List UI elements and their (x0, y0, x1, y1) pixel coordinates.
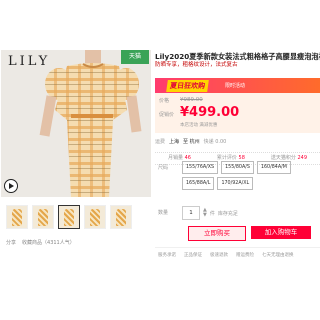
promo-tag: 夏日狂欢购 (166, 80, 209, 92)
thumbnail[interactable] (32, 205, 54, 229)
services-label: 服务承诺 (158, 253, 176, 258)
share-row: 分享 收藏商品（4311人气） (6, 239, 75, 246)
ship-to[interactable]: 至 杭州 (183, 138, 200, 145)
stock-note: 库存充足 (217, 210, 238, 217)
ship-from: 上海 (169, 139, 180, 145)
thumbnail-selected[interactable] (58, 205, 80, 229)
brand-logo: LILY (8, 54, 51, 69)
size-label: 尺码 (158, 165, 169, 171)
promo-price: ¥499.00 (180, 105, 240, 120)
thumbnail[interactable] (6, 205, 28, 229)
size-option[interactable]: 160/84A/M (256, 161, 291, 174)
thumbnail[interactable] (110, 205, 132, 229)
product-subtitle: 防晒专享，粗格纹设计，法式复古 (155, 62, 238, 68)
service-item: 正品保证 (184, 253, 202, 258)
quantity-label: 数量 (158, 210, 169, 216)
quantity-stepper: 1 ▲ ▼ 件 库存充足 (182, 206, 238, 220)
quantity-arrows[interactable]: ▲ ▼ (203, 208, 207, 218)
price-note: 本店活动 满减优惠 (180, 123, 218, 128)
promo-banner: 夏日狂欢购 限时活动 (155, 78, 320, 93)
service-item: 赠运费险 (236, 253, 254, 258)
favorite-link[interactable]: 收藏商品（4311人气） (22, 239, 75, 246)
add-to-cart-button[interactable]: 加入购物车 (251, 226, 311, 239)
product-main-image[interactable]: LILY 天猫 (1, 50, 151, 197)
original-price-label: 价格 (159, 98, 170, 104)
size-options: 155/76A/XS 155/80A/S 160/84A/M 165/88A/L… (182, 161, 317, 190)
promo-price-label: 促销价 (159, 112, 175, 118)
buy-now-button[interactable]: 立即购买 (188, 226, 246, 241)
price-box: 价格 ¥989.00 促销价 ¥499.00 本店活动 满减优惠 (155, 93, 320, 133)
dress-illustration (39, 50, 142, 197)
size-option[interactable]: 170/92A/XL (217, 177, 254, 190)
tmall-badge: 天猫 (121, 50, 149, 64)
quantity-unit: 件 (209, 210, 215, 217)
divider (155, 247, 320, 248)
service-list: 服务承诺 正品保证 极速退款 赠运费险 七天无理由退换 (158, 252, 294, 258)
service-item: 七天无理由退换 (262, 253, 294, 258)
original-price: ¥989.00 (180, 97, 203, 103)
size-option[interactable]: 165/88A/L (182, 177, 215, 190)
quantity-input[interactable]: 1 (182, 206, 200, 220)
shipping-label: 运费 (155, 139, 166, 145)
thumbnail[interactable] (84, 205, 106, 229)
size-option[interactable]: 155/76A/XS (182, 161, 219, 174)
service-item: 极速退款 (210, 253, 228, 258)
shipping-row: 运费 上海 至 杭州 快递 0.00 (155, 138, 226, 145)
promo-text: 限时活动 (225, 83, 246, 89)
play-video-icon[interactable] (4, 179, 18, 193)
share-link[interactable]: 分享 (6, 239, 16, 246)
size-option[interactable]: 155/80A/S (221, 161, 254, 174)
ship-fee: 快递 0.00 (203, 139, 227, 145)
thumbnail-strip (6, 205, 132, 229)
product-title: Lily2020夏季新款女装法式粗格格子高腰显瘦泡泡袖连衣长款连衣 (155, 52, 320, 61)
